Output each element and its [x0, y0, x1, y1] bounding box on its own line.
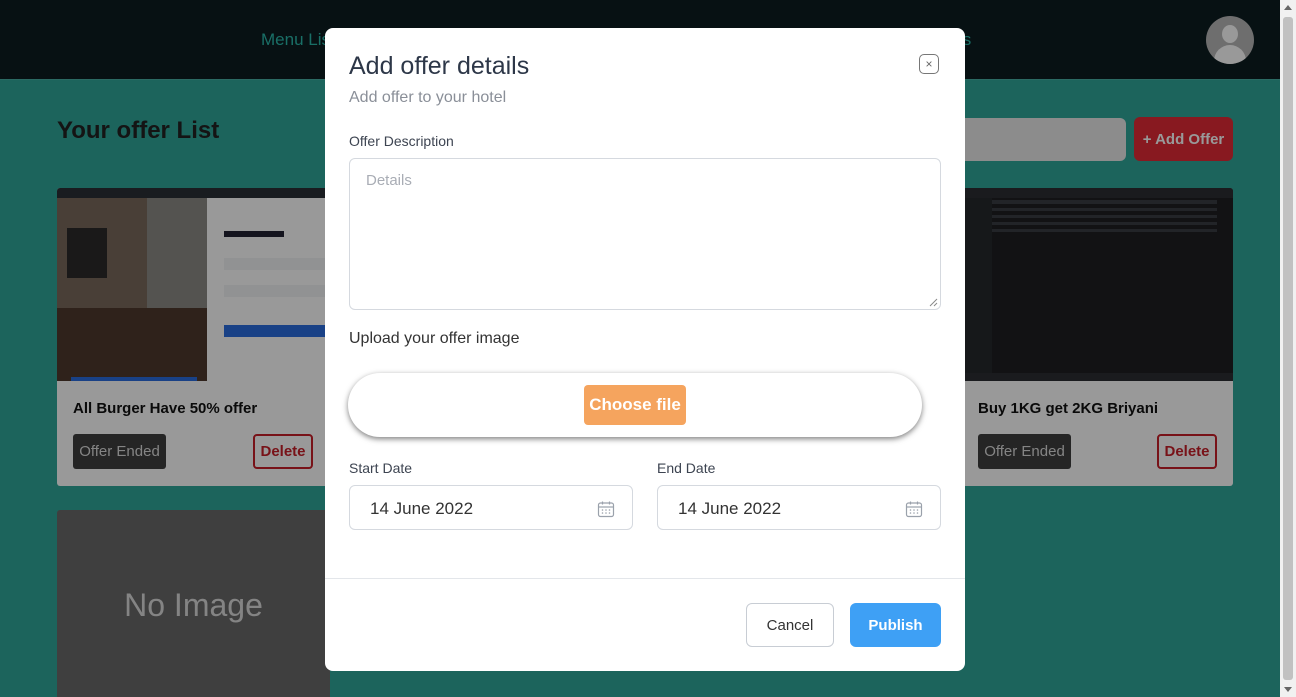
image-upload-dropzone[interactable]: Choose file: [348, 373, 922, 437]
modal-title: Add offer details: [349, 52, 530, 80]
upload-image-label: Upload your offer image: [349, 330, 520, 347]
calendar-icon[interactable]: [597, 500, 615, 518]
start-date-input[interactable]: 14 June 2022: [349, 485, 633, 530]
scrollbar[interactable]: [1280, 0, 1296, 697]
offer-description-input[interactable]: [349, 158, 941, 310]
close-icon[interactable]: ×: [919, 54, 939, 74]
start-date-label: Start Date: [349, 460, 413, 476]
add-offer-modal: Add offer details Add offer to your hote…: [325, 28, 965, 671]
choose-file-button[interactable]: Choose file: [584, 385, 686, 425]
end-date-input[interactable]: 14 June 2022: [657, 485, 941, 530]
modal-subtitle: Add offer to your hotel: [349, 89, 507, 106]
end-date-value: 14 June 2022: [678, 499, 782, 518]
end-date-label: End Date: [657, 460, 716, 476]
start-date-value: 14 June 2022: [370, 499, 474, 518]
publish-button[interactable]: Publish: [850, 603, 941, 647]
calendar-icon[interactable]: [905, 500, 923, 518]
resize-grip-icon[interactable]: [929, 298, 938, 307]
cancel-button[interactable]: Cancel: [746, 603, 834, 647]
scrollbar-thumb[interactable]: [1283, 17, 1293, 680]
modal-footer-divider: [325, 578, 965, 579]
scroll-up-icon[interactable]: [1284, 5, 1292, 10]
scroll-down-icon[interactable]: [1284, 687, 1292, 692]
offer-description-label: Offer Description: [349, 133, 454, 149]
